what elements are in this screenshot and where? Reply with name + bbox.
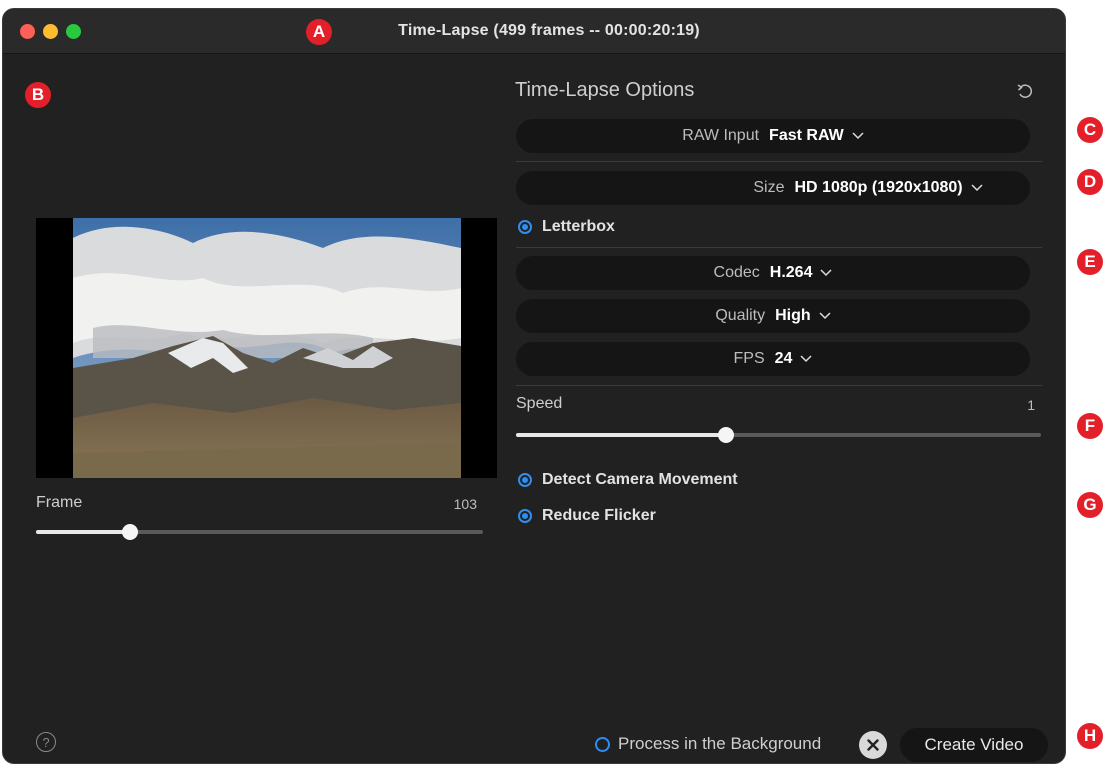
reduce-flicker-radio[interactable] bbox=[518, 509, 532, 523]
quality-dropdown[interactable]: Quality High bbox=[516, 299, 1030, 333]
raw-input-value: Fast RAW bbox=[769, 127, 844, 144]
divider bbox=[516, 385, 1042, 386]
callout-f: F bbox=[1077, 413, 1103, 439]
chevron-down-icon bbox=[820, 269, 832, 277]
help-icon[interactable]: ? bbox=[36, 732, 56, 752]
cancel-button[interactable] bbox=[859, 731, 887, 759]
frame-slider-thumb[interactable] bbox=[121, 524, 138, 540]
help-glyph: ? bbox=[42, 734, 50, 750]
close-icon bbox=[867, 739, 879, 751]
codec-label: Codec bbox=[713, 264, 760, 281]
callout-b: B bbox=[25, 82, 51, 108]
callout-e: E bbox=[1077, 249, 1103, 275]
detect-camera-movement-radio[interactable] bbox=[518, 473, 532, 487]
speed-slider-thumb[interactable] bbox=[718, 427, 734, 443]
detect-camera-movement-label: Detect Camera Movement bbox=[542, 471, 738, 488]
callout-c: C bbox=[1077, 117, 1103, 143]
title-bar: Time-Lapse (499 frames -- 00:00:20:19) bbox=[3, 9, 1065, 54]
callout-h: H bbox=[1077, 723, 1103, 749]
codec-dropdown[interactable]: Codec H.264 bbox=[516, 256, 1030, 290]
frame-label: Frame bbox=[36, 494, 83, 511]
chevron-down-icon bbox=[971, 184, 983, 192]
callout-a: A bbox=[306, 19, 332, 45]
frame-preview bbox=[36, 218, 497, 478]
raw-input-dropdown[interactable]: RAW Input Fast RAW bbox=[516, 119, 1030, 153]
chevron-down-icon bbox=[800, 355, 812, 363]
frame-value: 103 bbox=[453, 496, 477, 512]
raw-input-label: RAW Input bbox=[682, 127, 760, 144]
reduce-flicker-label: Reduce Flicker bbox=[542, 507, 656, 524]
landscape-photo bbox=[73, 218, 461, 478]
speed-value: 1 bbox=[1027, 397, 1035, 413]
window-title-text: Time-Lapse (499 frames -- 00:00:20:19) bbox=[398, 22, 700, 39]
frame-slider-fill bbox=[36, 530, 130, 534]
options-title: Time-Lapse Options bbox=[515, 79, 695, 101]
process-background-label: Process in the Background bbox=[618, 734, 822, 753]
speed-slider-fill bbox=[516, 433, 726, 437]
letterbox-radio[interactable] bbox=[518, 220, 532, 234]
create-video-button[interactable]: Create Video bbox=[900, 728, 1048, 762]
reduce-flicker-option[interactable]: Reduce Flicker bbox=[518, 507, 656, 525]
callout-g: G bbox=[1077, 492, 1103, 518]
process-background-option[interactable]: Process in the Background bbox=[595, 734, 821, 754]
codec-value: H.264 bbox=[769, 264, 813, 281]
fps-dropdown[interactable]: FPS 24 bbox=[516, 342, 1030, 376]
frame-slider[interactable] bbox=[36, 524, 483, 540]
time-lapse-window: Time-Lapse (499 frames -- 00:00:20:19) F… bbox=[2, 8, 1066, 764]
speed-slider[interactable] bbox=[516, 427, 1041, 443]
fps-label: FPS bbox=[733, 350, 765, 367]
chevron-down-icon bbox=[852, 132, 864, 140]
letterbox-label: Letterbox bbox=[542, 218, 615, 235]
process-background-radio[interactable] bbox=[595, 736, 610, 752]
callout-d: D bbox=[1077, 169, 1103, 195]
detect-camera-movement-option[interactable]: Detect Camera Movement bbox=[518, 471, 738, 489]
chevron-down-icon bbox=[819, 312, 831, 320]
reset-icon[interactable] bbox=[1015, 81, 1035, 101]
window-title: Time-Lapse (499 frames -- 00:00:20:19) bbox=[3, 22, 1065, 40]
quality-value: High bbox=[775, 307, 811, 324]
quality-label: Quality bbox=[715, 307, 766, 324]
size-dropdown[interactable]: Size HD 1080p (1920x1080) bbox=[516, 171, 1030, 205]
divider bbox=[516, 161, 1042, 162]
fps-value: 24 bbox=[774, 350, 793, 367]
speed-label: Speed bbox=[516, 395, 563, 412]
letterbox-option[interactable]: Letterbox bbox=[518, 218, 615, 236]
size-value: HD 1080p (1920x1080) bbox=[794, 179, 963, 196]
divider bbox=[516, 247, 1042, 248]
size-label: Size bbox=[753, 179, 785, 196]
